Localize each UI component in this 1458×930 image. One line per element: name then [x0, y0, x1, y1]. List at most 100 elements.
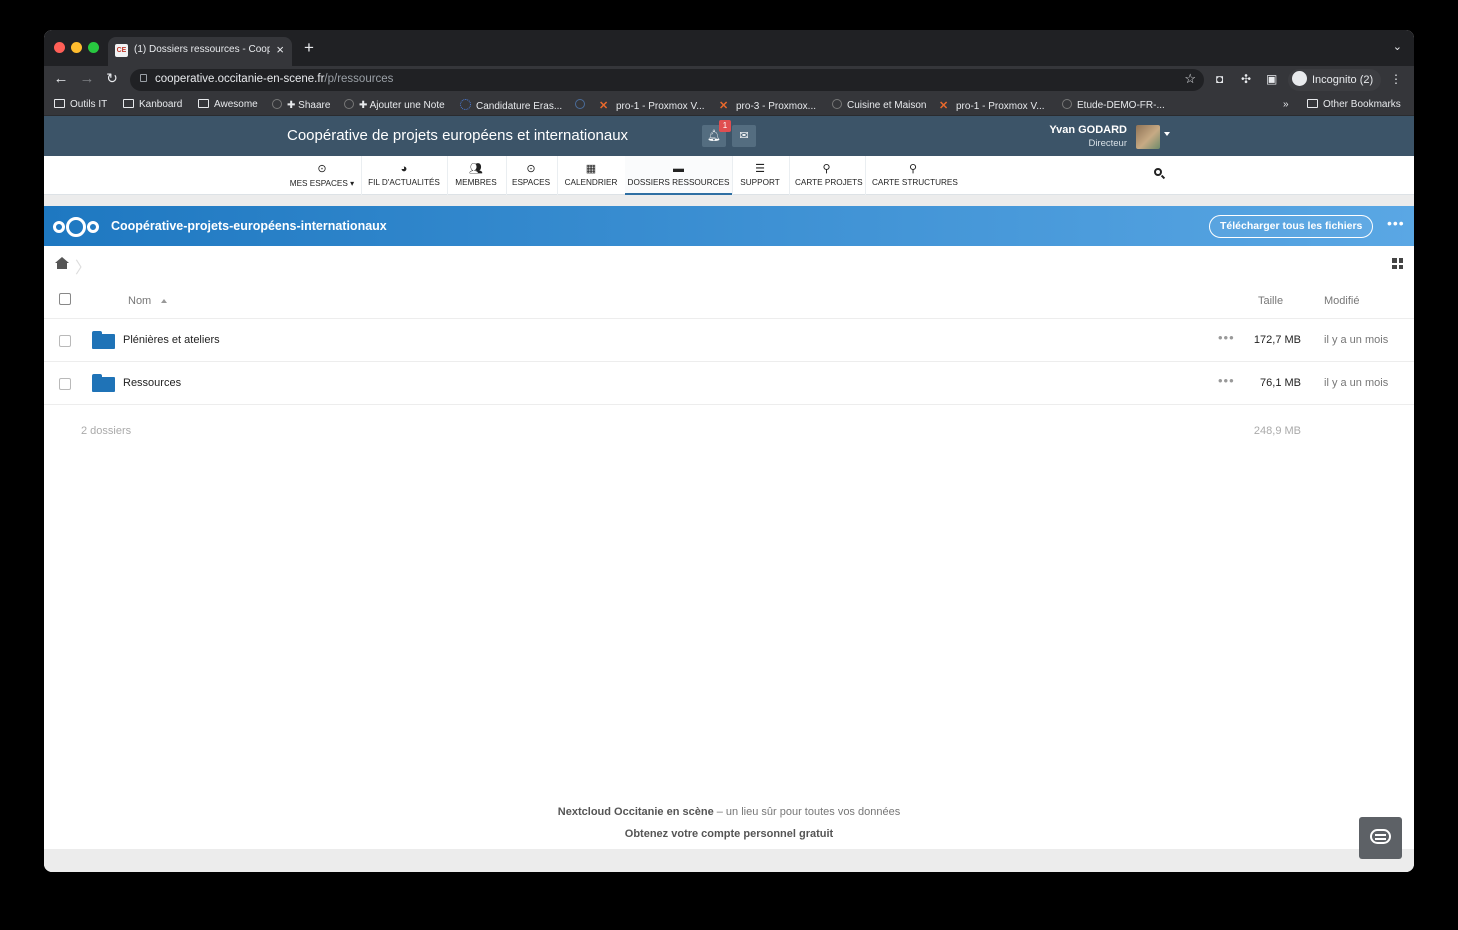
- table-row[interactable]: Plénières et ateliers ••• 172,7 MB il y …: [44, 319, 1414, 362]
- bookmarks-bar: Outils IT Kanboard Awesome ✚ Shaare ✚ Aj…: [44, 96, 1414, 116]
- search-icon[interactable]: [1154, 168, 1166, 180]
- home-icon[interactable]: [55, 257, 69, 270]
- browser-window: CE (1) Dossiers ressources - Coop × + ⌄ …: [44, 30, 1414, 872]
- bookmark-label: Outils IT: [70, 99, 108, 110]
- nav-dossiers-ressources[interactable]: ▬ DOSSIERS RESSOURCES: [625, 156, 732, 195]
- user-name[interactable]: Yvan GODARD: [1049, 124, 1127, 136]
- file-size: 172,7 MB: [1253, 334, 1301, 346]
- row-checkbox[interactable]: [59, 378, 71, 390]
- bookmark-item[interactable]: [575, 99, 590, 111]
- forward-arrow-icon[interactable]: →: [78, 70, 96, 87]
- file-name[interactable]: Plénières et ateliers: [123, 334, 220, 346]
- browser-tab[interactable]: CE (1) Dossiers ressources - Coop ×: [108, 37, 292, 66]
- grid-view-icon[interactable]: [1392, 258, 1403, 269]
- nav-label: MES ESPACES ▾: [289, 179, 355, 188]
- close-window-button[interactable]: [54, 42, 65, 53]
- bookmark-item[interactable]: ✚ Ajouter une Note: [344, 99, 445, 111]
- list-icon: ☰: [755, 163, 765, 175]
- site-favicon-icon: CE: [115, 44, 128, 57]
- bookmarks-overflow-button[interactable]: »: [1283, 99, 1289, 110]
- breadcrumb-chevron-icon: 〉: [75, 260, 92, 277]
- nav-calendrier[interactable]: ▦ CALENDRIER: [563, 156, 619, 195]
- row-actions-icon[interactable]: •••: [1218, 373, 1235, 388]
- side-panel-icon[interactable]: ▣: [1266, 72, 1277, 86]
- new-tab-button[interactable]: +: [304, 38, 314, 58]
- nav-divider: [361, 156, 362, 195]
- incognito-label: Incognito (2): [1312, 74, 1374, 86]
- folder-icon: ▬: [673, 163, 684, 175]
- nextcloud-logo-icon: [53, 217, 103, 237]
- file-name[interactable]: Ressources: [123, 377, 181, 389]
- other-bookmarks[interactable]: Other Bookmarks: [1307, 99, 1401, 110]
- row-checkbox[interactable]: [59, 335, 71, 347]
- bookmark-item[interactable]: Candidature Eras...: [460, 99, 562, 112]
- footer-signup-link[interactable]: Obtenez votre compte personnel gratuit: [44, 828, 1414, 840]
- avatar[interactable]: [1136, 125, 1160, 149]
- folder-icon: [198, 99, 209, 108]
- minimize-window-button[interactable]: [71, 42, 82, 53]
- logo-circle-right: [87, 221, 99, 233]
- file-modified: il y a un mois: [1324, 334, 1389, 346]
- footer-strip: [44, 849, 1414, 872]
- nav-divider: [447, 156, 448, 195]
- bookmark-item[interactable]: ✕ pro-1 - Proxmox V...: [599, 99, 705, 112]
- nav-carte-structures[interactable]: ⚲ CARTE STRUCTURES: [872, 156, 958, 195]
- bookmark-item[interactable]: ✚ Shaare: [272, 99, 330, 111]
- footer-brand-link[interactable]: Nextcloud Occitanie en scène: [558, 806, 714, 818]
- grid-cell: [1392, 264, 1397, 269]
- bookmark-item[interactable]: Cuisine et Maison: [832, 99, 926, 111]
- section-gap: [44, 195, 1414, 206]
- column-size-header[interactable]: Taille: [1258, 295, 1283, 307]
- bookmark-item[interactable]: Kanboard: [123, 99, 182, 110]
- close-tab-icon[interactable]: ×: [276, 42, 284, 57]
- chat-button[interactable]: [1359, 817, 1402, 859]
- proxmox-icon: ✕: [719, 100, 729, 112]
- map-marker-icon: ⚲: [908, 163, 918, 175]
- site-title[interactable]: Coopérative de projets européens et inte…: [287, 127, 628, 144]
- column-modified-header[interactable]: Modifié: [1324, 295, 1359, 307]
- nav-fil-actualites[interactable]: ◕ FIL D'ACTUALITÉS: [366, 156, 442, 195]
- incognito-badge[interactable]: Incognito (2): [1288, 69, 1382, 91]
- user-menu-caret-icon[interactable]: [1164, 132, 1170, 136]
- chat-lines-icon: [1375, 834, 1386, 836]
- nav-divider: [865, 156, 866, 195]
- bookmark-label: pro-1 - Proxmox V...: [616, 101, 705, 112]
- bookmark-star-icon[interactable]: ☆: [1184, 71, 1196, 87]
- address-bar[interactable]: cooperative.occitanie-en-scene.fr/p/ress…: [130, 69, 1204, 91]
- nav-support[interactable]: ☰ SUPPORT: [738, 156, 782, 195]
- more-options-icon[interactable]: •••: [1387, 215, 1405, 231]
- footer-tagline-text: – un lieu sûr pour toutes vos données: [713, 806, 901, 818]
- folder-icon: [1307, 99, 1318, 108]
- column-name-header[interactable]: Nom: [128, 295, 151, 307]
- url-path: /p/ressources: [324, 73, 394, 85]
- messages-envelope-icon[interactable]: ✉: [732, 125, 756, 147]
- users-icon: 👥︎: [469, 163, 483, 175]
- bookmark-item[interactable]: Awesome: [198, 99, 258, 110]
- browser-menu-icon[interactable]: ⋮: [1390, 72, 1402, 86]
- nav-label: ESPACES: [512, 178, 551, 187]
- nav-mes-espaces[interactable]: ⊙ MES ESPACES ▾: [288, 156, 356, 195]
- nav-carte-projets[interactable]: ⚲ CARTE PROJETS: [795, 156, 863, 195]
- bookmark-item[interactable]: ✕ pro-1 - Proxmox V...: [939, 99, 1045, 112]
- row-actions-icon[interactable]: •••: [1218, 330, 1235, 345]
- bookmark-item[interactable]: Outils IT: [54, 99, 107, 110]
- bookmark-item[interactable]: Etude-DEMO-FR-...: [1062, 99, 1165, 111]
- download-all-button[interactable]: Télécharger tous les fichiers: [1209, 215, 1374, 238]
- file-table-header: Nom Taille Modifié: [44, 282, 1414, 319]
- nav-membres[interactable]: 👥︎ MEMBRES: [453, 156, 499, 195]
- nav-espaces[interactable]: ⊙ ESPACES: [512, 156, 550, 195]
- globe-icon: [272, 99, 282, 109]
- table-row[interactable]: Ressources ••• 76,1 MB il y a un mois: [44, 362, 1414, 405]
- camera-extension-icon[interactable]: ◘: [1216, 72, 1223, 86]
- bookmark-label: Kanboard: [139, 99, 183, 110]
- tab-search-chevron-icon[interactable]: ⌄: [1393, 40, 1402, 53]
- bookmark-item[interactable]: ✕ pro-3 - Proxmox...: [719, 99, 816, 112]
- puzzle-extensions-icon[interactable]: ✣: [1241, 72, 1251, 86]
- sort-ascending-icon: [161, 299, 167, 303]
- select-all-checkbox[interactable]: [59, 293, 71, 305]
- bookmark-label: Cuisine et Maison: [847, 100, 927, 111]
- reload-icon[interactable]: ↻: [103, 70, 121, 87]
- back-arrow-icon[interactable]: ←: [52, 70, 70, 87]
- nav-label: CALENDRIER: [564, 178, 618, 187]
- maximize-window-button[interactable]: [88, 42, 99, 53]
